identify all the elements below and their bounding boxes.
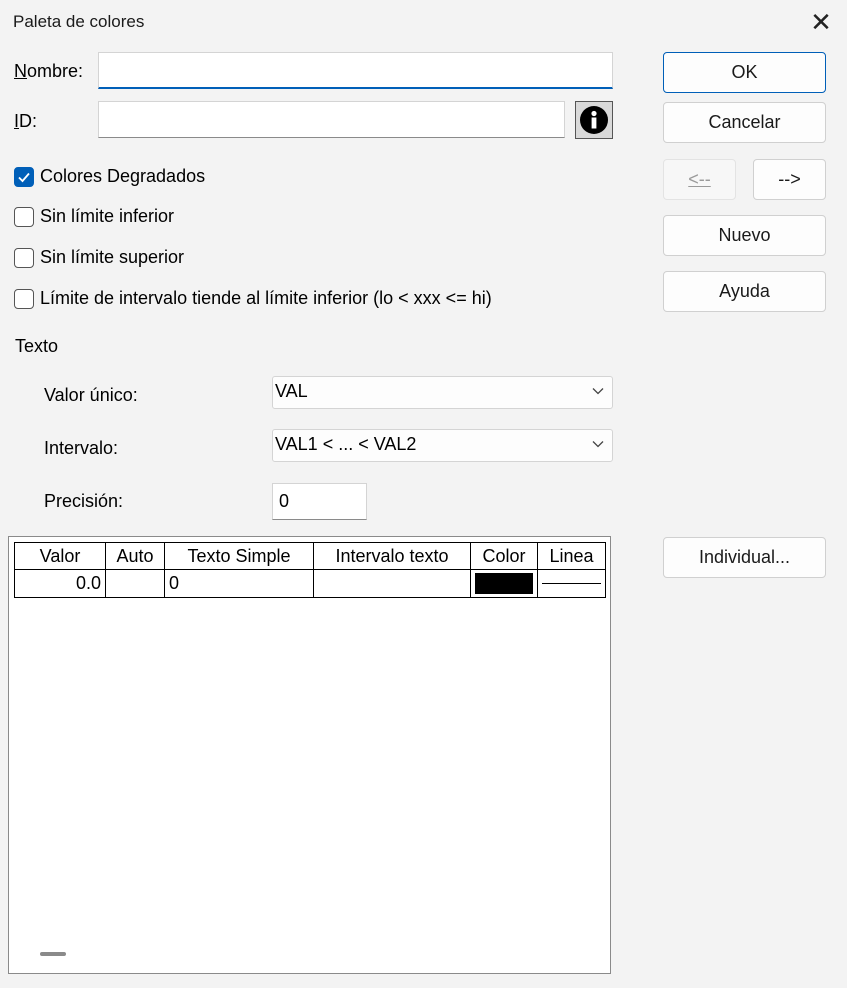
chevron-down-icon xyxy=(592,388,604,395)
nombre-input[interactable] xyxy=(98,52,613,89)
cell-linea[interactable] xyxy=(537,569,606,598)
palette-grid[interactable]: Valor Auto Texto Simple Intervalo texto … xyxy=(8,536,611,974)
cell-color[interactable] xyxy=(470,569,538,598)
checkbox-colores-degradados[interactable]: Colores Degradados xyxy=(14,166,205,187)
line-style-sample xyxy=(542,583,601,584)
checkbox-checked-icon[interactable] xyxy=(14,166,34,187)
color-swatch xyxy=(475,573,533,594)
next-button[interactable]: --> xyxy=(753,159,826,200)
column-header-texto-simple[interactable]: Texto Simple xyxy=(164,542,314,570)
column-header-valor[interactable]: Valor xyxy=(14,542,106,570)
individual-button[interactable]: Individual... xyxy=(663,537,826,578)
close-icon[interactable]: ✕ xyxy=(807,8,835,36)
valor-unico-select[interactable]: VAL xyxy=(272,376,613,409)
info-circle-icon xyxy=(580,106,608,134)
checkbox-unchecked-icon[interactable] xyxy=(14,247,34,268)
intervalo-value: VAL1 < ... < VAL2 xyxy=(275,434,417,454)
chevron-down-icon xyxy=(592,441,604,448)
window-title: Paleta de colores xyxy=(13,12,145,31)
new-button[interactable]: Nuevo xyxy=(663,215,826,256)
checkbox-label: Sin límite inferior xyxy=(40,206,175,226)
nombre-label-mnemonic: N xyxy=(14,61,27,81)
checkbox-unchecked-icon[interactable] xyxy=(14,206,34,227)
cancel-button[interactable]: Cancelar xyxy=(663,102,826,143)
next-button-label: --> xyxy=(778,169,801,189)
id-input[interactable] xyxy=(98,101,565,138)
ok-button[interactable]: OK xyxy=(663,52,826,93)
help-button[interactable]: Ayuda xyxy=(663,271,826,312)
palette-table: Valor Auto Texto Simple Intervalo texto … xyxy=(14,542,606,598)
column-header-intervalo-texto[interactable]: Intervalo texto xyxy=(313,542,471,570)
nombre-label-rest: ombre: xyxy=(27,61,84,81)
cell-valor[interactable]: 0.0 xyxy=(14,569,106,598)
prev-button-label: <-- xyxy=(688,169,711,189)
intervalo-select[interactable]: VAL1 < ... < VAL2 xyxy=(272,429,613,462)
precision-label: Precisión: xyxy=(44,491,124,511)
intervalo-label: Intervalo: xyxy=(44,438,119,458)
info-button[interactable] xyxy=(575,101,613,139)
cell-intervalo-texto[interactable] xyxy=(313,569,471,598)
texto-section-label: Texto xyxy=(15,336,59,356)
cell-texto-simple[interactable]: 0 xyxy=(164,569,314,598)
checkbox-limite-intervalo[interactable]: Límite de intervalo tiende al límite inf… xyxy=(14,288,492,309)
nombre-label: Nombre: xyxy=(14,61,83,82)
id-label: ID: xyxy=(14,111,37,132)
checkbox-sin-limite-superior[interactable]: Sin límite superior xyxy=(14,247,184,268)
id-label-rest: D: xyxy=(19,111,38,131)
checkbox-label: Sin límite superior xyxy=(40,247,185,267)
checkbox-label: Límite de intervalo tiende al límite inf… xyxy=(40,288,492,308)
checkbox-sin-limite-inferior[interactable]: Sin límite inferior xyxy=(14,206,174,227)
checkbox-unchecked-icon[interactable] xyxy=(14,288,34,309)
prev-button[interactable]: <-- xyxy=(663,159,736,200)
horizontal-scrollbar[interactable] xyxy=(40,952,66,956)
checkbox-label: Colores Degradados xyxy=(40,166,206,186)
precision-input[interactable] xyxy=(272,483,367,520)
column-header-auto[interactable]: Auto xyxy=(105,542,165,570)
table-header-row: Valor Auto Texto Simple Intervalo texto … xyxy=(14,542,606,570)
valor-unico-value: VAL xyxy=(275,381,308,401)
column-header-color[interactable]: Color xyxy=(470,542,538,570)
table-row[interactable]: 0.0 0 xyxy=(14,569,606,598)
cell-auto[interactable] xyxy=(105,569,165,598)
column-header-linea[interactable]: Linea xyxy=(537,542,606,570)
valor-unico-label: Valor único: xyxy=(44,385,138,405)
